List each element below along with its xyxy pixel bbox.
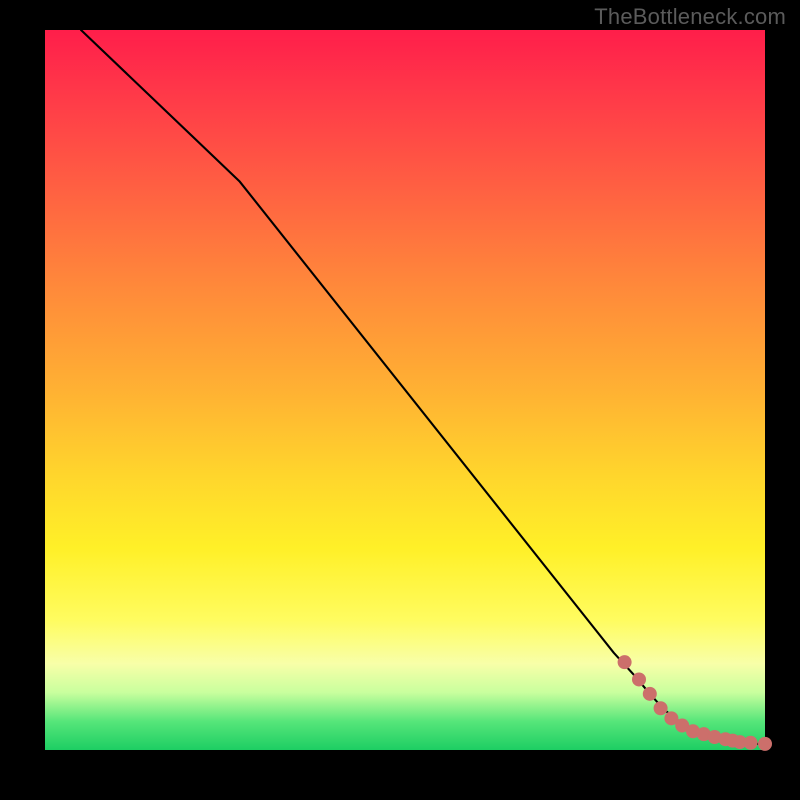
bottleneck-markers: [618, 655, 772, 751]
watermark-text: TheBottleneck.com: [594, 4, 786, 30]
bottleneck-curve: [81, 30, 765, 744]
marker-point: [632, 672, 646, 686]
chart-frame: TheBottleneck.com: [0, 0, 800, 800]
marker-point: [618, 655, 632, 669]
chart-overlay: [45, 30, 765, 750]
marker-point: [744, 736, 758, 750]
marker-point: [758, 737, 772, 751]
marker-point: [654, 701, 668, 715]
marker-point: [643, 687, 657, 701]
